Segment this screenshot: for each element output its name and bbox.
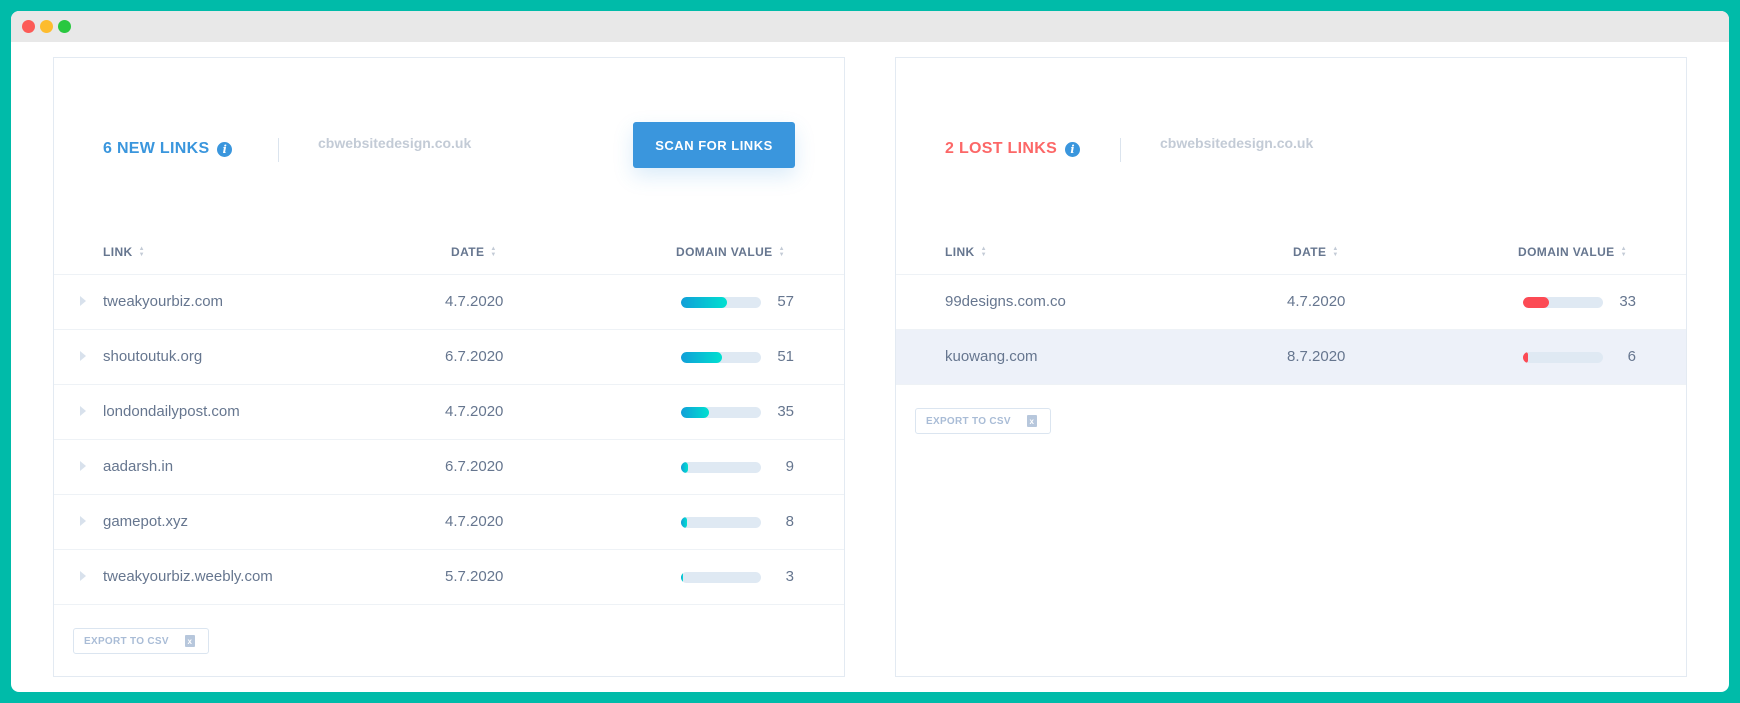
export-to-csv-button[interactable]: EXPORT TO CSV x [915,408,1051,434]
date-cell: 5.7.2020 [445,568,504,585]
column-header-domain-value[interactable]: DOMAIN VALUE ▲ ▼ [1518,245,1627,259]
date-cell: 6.7.2020 [445,458,504,475]
domain-value-bar [681,297,761,308]
link-cell[interactable]: gamepot.xyz [103,513,188,530]
lost-links-heading: 2 LOST LINKS i [945,140,1081,158]
column-header-link[interactable]: LINK ▲ ▼ [945,245,987,259]
column-header-label: LINK [945,245,975,259]
domain-value-bar-fill [681,297,727,308]
browser-window: 6 NEW LINKS i cbwebsitedesign.co.uk SCAN… [11,11,1729,692]
column-header-date[interactable]: DATE ▲ ▼ [1293,245,1339,259]
domain-value-bar [681,517,761,528]
domain-label: cbwebsitedesign.co.uk [1160,135,1314,151]
expand-chevron-icon[interactable] [80,516,86,526]
link-cell[interactable]: shoutoutuk.org [103,348,202,365]
new-links-heading: 6 NEW LINKS i [103,140,233,158]
new-links-panel: 6 NEW LINKS i cbwebsitedesign.co.uk SCAN… [53,57,845,677]
table-row[interactable]: tweakyourbiz.weebly.com 5.7.2020 3 [54,550,844,605]
expand-chevron-icon[interactable] [80,571,86,581]
expand-chevron-icon[interactable] [80,461,86,471]
info-icon[interactable]: i [1065,141,1081,157]
domain-value-bar [1523,297,1603,308]
export-to-csv-button[interactable]: EXPORT TO CSV x [73,628,209,654]
link-cell[interactable]: aadarsh.in [103,458,173,475]
lost-links-title: 2 LOST LINKS [945,140,1058,157]
domain-value-bar-fill [1523,297,1550,308]
domain-value-cell: 8 [785,513,794,530]
domain-value-cell: 57 [777,293,794,310]
domain-value-bar-fill [1523,352,1528,363]
divider [1120,138,1121,162]
info-icon[interactable]: i [217,141,233,157]
link-cell[interactable]: kuowang.com [945,348,1038,365]
sort-icon[interactable]: ▲ ▼ [1621,246,1627,258]
domain-value-bar [681,407,761,418]
domain-label: cbwebsitedesign.co.uk [318,135,472,151]
lost-links-panel: 2 LOST LINKS i cbwebsitedesign.co.uk ☝ L… [895,57,1687,677]
domain-value-cell: 35 [777,403,794,420]
domain-value-cell: 6 [1627,348,1636,365]
table-row[interactable]: tweakyourbiz.com 4.7.2020 57 [54,275,844,330]
column-header-date[interactable]: DATE ▲ ▼ [451,245,497,259]
table-row[interactable]: kuowang.com 8.7.2020 6 [896,330,1686,385]
date-cell: 4.7.2020 [445,403,504,420]
link-cell[interactable]: londondailypost.com [103,403,240,420]
sort-icon[interactable]: ▲ ▼ [490,246,496,258]
domain-value-bar [1523,352,1603,363]
domain-value-cell: 33 [1619,293,1636,310]
domain-value-cell: 51 [777,348,794,365]
domain-value-bar [681,352,761,363]
date-cell: 8.7.2020 [1287,348,1346,365]
column-header-label: DATE [1293,245,1327,259]
column-header-link[interactable]: LINK ▲ ▼ [103,245,145,259]
new-links-title: 6 NEW LINKS [103,140,210,157]
domain-value-cell: 9 [785,458,794,475]
domain-value-bar-fill [681,352,722,363]
link-cell[interactable]: 99designs.com.co [945,293,1066,310]
maximize-window-button[interactable] [58,20,71,33]
table-row[interactable]: 99designs.com.co 4.7.2020 33 [896,275,1686,330]
domain-value-bar [681,572,761,583]
close-window-button[interactable] [22,20,35,33]
domain-value-bar-fill [681,572,684,583]
sort-icon[interactable]: ▲ ▼ [1332,246,1338,258]
expand-chevron-icon[interactable] [80,351,86,361]
date-cell: 6.7.2020 [445,348,504,365]
excel-icon: x [184,635,195,647]
date-cell: 4.7.2020 [1287,293,1346,310]
date-cell: 4.7.2020 [445,513,504,530]
date-cell: 4.7.2020 [445,293,504,310]
table-row[interactable]: londondailypost.com 4.7.2020 35 [54,385,844,440]
column-header-domain-value[interactable]: DOMAIN VALUE ▲ ▼ [676,245,785,259]
export-label: EXPORT TO CSV [926,415,1011,427]
table-row[interactable]: gamepot.xyz 4.7.2020 8 [54,495,844,550]
table-row[interactable]: shoutoutuk.org 6.7.2020 51 [54,330,844,385]
sort-icon[interactable]: ▲ ▼ [139,246,145,258]
scan-for-links-button[interactable]: SCAN FOR LINKS [633,122,795,168]
title-bar [11,11,1729,42]
column-header-label: DOMAIN VALUE [676,245,773,259]
column-header-label: DATE [451,245,485,259]
excel-icon: x [1026,415,1037,427]
expand-chevron-icon[interactable] [80,406,86,416]
domain-value-bar-fill [681,462,689,473]
divider [278,138,279,162]
sort-icon[interactable]: ▲ ▼ [779,246,785,258]
domain-value-bar [681,462,761,473]
sort-icon[interactable]: ▲ ▼ [981,246,987,258]
export-label: EXPORT TO CSV [84,635,169,647]
link-cell[interactable]: tweakyourbiz.com [103,293,223,310]
minimize-window-button[interactable] [40,20,53,33]
table-row[interactable]: aadarsh.in 6.7.2020 9 [54,440,844,495]
column-header-label: LINK [103,245,133,259]
column-header-label: DOMAIN VALUE [1518,245,1615,259]
expand-chevron-icon[interactable] [80,296,86,306]
link-cell[interactable]: tweakyourbiz.weebly.com [103,568,273,585]
domain-value-bar-fill [681,517,688,528]
domain-value-bar-fill [681,407,709,418]
domain-value-cell: 3 [785,568,794,585]
